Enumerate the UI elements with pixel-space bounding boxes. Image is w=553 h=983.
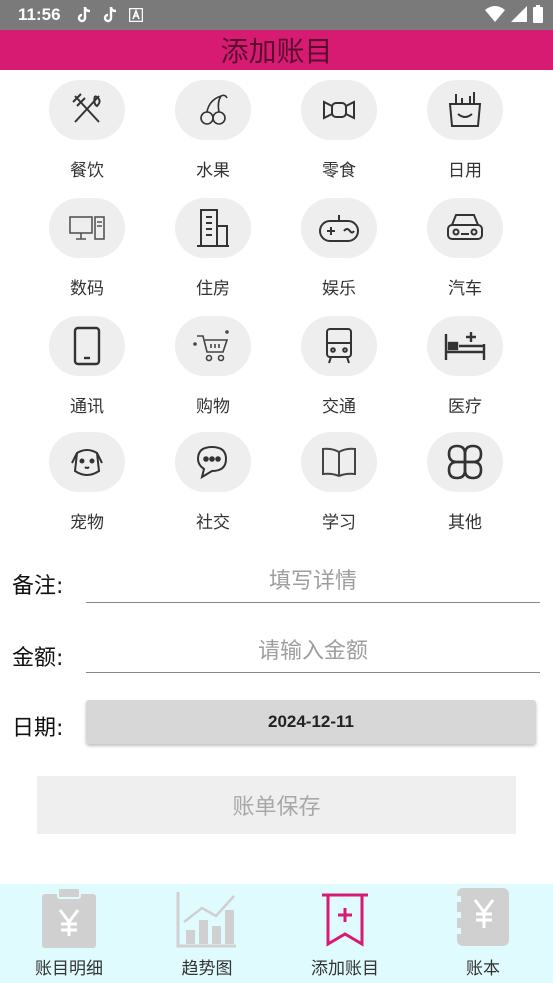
- tiktok-icon: [75, 6, 93, 24]
- car-icon: [427, 198, 503, 258]
- category-label: 餐饮: [70, 161, 104, 181]
- category-label: 汽车: [448, 279, 482, 299]
- date-row: 日期: 2024-12-11: [0, 700, 553, 748]
- nav-label: 添加账目: [311, 959, 379, 979]
- category-item-digital[interactable]: 数码: [32, 198, 142, 299]
- category-item-transport[interactable]: 交通: [284, 316, 394, 417]
- save-button[interactable]: 账单保存: [37, 776, 516, 834]
- text-a-icon: [127, 6, 145, 24]
- status-time: 11:56: [18, 5, 61, 24]
- category-label: 购物: [196, 397, 230, 417]
- hospital-bed-icon: [427, 316, 503, 376]
- category-item-entertainment[interactable]: 娱乐: [284, 198, 394, 299]
- signal-icon: [511, 6, 527, 26]
- status-bar: 11:56: [0, 0, 553, 30]
- nav-item-ledger[interactable]: 账本: [414, 884, 552, 983]
- category-label: 数码: [70, 279, 104, 299]
- clipboard-yen-icon: [0, 886, 138, 948]
- nav-label: 账目明细: [35, 959, 103, 979]
- cart-icon: [175, 316, 251, 376]
- note-label: 备注:: [12, 574, 64, 599]
- battery-icon: [533, 5, 543, 27]
- category-item-study[interactable]: 学习: [284, 432, 394, 533]
- amount-row: 金额:: [0, 630, 553, 678]
- nav-label: 账本: [466, 959, 500, 979]
- nav-item-add[interactable]: 添加账目: [276, 884, 414, 983]
- page-title: 添加账目: [220, 35, 333, 68]
- category-label: 零食: [322, 161, 356, 181]
- category-item-daily[interactable]: 日用: [410, 80, 520, 181]
- nav-item-trend[interactable]: 趋势图: [138, 884, 276, 983]
- category-label: 日用: [448, 161, 482, 181]
- category-item-other[interactable]: 其他: [410, 432, 520, 533]
- bus-icon: [301, 316, 377, 376]
- note-row: 备注:: [0, 560, 553, 608]
- category-label: 娱乐: [322, 279, 356, 299]
- date-picker-button[interactable]: 2024-12-11: [86, 700, 536, 744]
- tiktok-icon: [101, 6, 119, 24]
- category-item-fruit[interactable]: 水果: [158, 80, 268, 181]
- note-input[interactable]: [86, 560, 540, 603]
- building-icon: [175, 198, 251, 258]
- app-header: 添加账目: [0, 30, 553, 70]
- category-label: 社交: [196, 513, 230, 533]
- category-label: 其他: [448, 513, 482, 533]
- dog-icon: [49, 432, 125, 492]
- nav-item-details[interactable]: 账目明细: [0, 884, 138, 983]
- bottom-nav: 账目明细 趋势图 添加账目 账本: [0, 884, 553, 983]
- date-label: 日期:: [12, 716, 64, 741]
- category-item-pet[interactable]: 宠物: [32, 432, 142, 533]
- chat-icon: [175, 432, 251, 492]
- category-label: 住房: [196, 279, 230, 299]
- category-item-telecom[interactable]: 通讯: [32, 316, 142, 417]
- clover-icon: [427, 432, 503, 492]
- category-item-food[interactable]: 餐饮: [32, 80, 142, 181]
- category-item-social[interactable]: 社交: [158, 432, 268, 533]
- amount-label: 金额:: [12, 646, 64, 671]
- category-item-car[interactable]: 汽车: [410, 198, 520, 299]
- cherry-icon: [175, 80, 251, 140]
- category-label: 宠物: [70, 513, 104, 533]
- gamepad-icon: [301, 198, 377, 258]
- category-item-medical[interactable]: 医疗: [410, 316, 520, 417]
- category-item-housing[interactable]: 住房: [158, 198, 268, 299]
- amount-input[interactable]: [86, 630, 540, 673]
- ledger-yen-icon: [414, 886, 552, 948]
- category-item-snack[interactable]: 零食: [284, 80, 394, 181]
- add-bill-icon: [276, 886, 414, 948]
- computer-icon: [49, 198, 125, 258]
- bar-chart-icon: [138, 886, 276, 948]
- nav-label: 趋势图: [181, 959, 233, 979]
- book-icon: [301, 432, 377, 492]
- category-item-shopping[interactable]: 购物: [158, 316, 268, 417]
- shopping-bag-icon: [427, 80, 503, 140]
- phone-icon: [49, 316, 125, 376]
- category-label: 交通: [322, 397, 356, 417]
- utensils-icon: [49, 80, 125, 140]
- category-label: 通讯: [70, 397, 104, 417]
- category-label: 水果: [196, 161, 230, 181]
- candy-icon: [301, 80, 377, 140]
- category-label: 医疗: [448, 397, 482, 417]
- wifi-icon: [485, 6, 505, 26]
- category-label: 学习: [322, 513, 356, 533]
